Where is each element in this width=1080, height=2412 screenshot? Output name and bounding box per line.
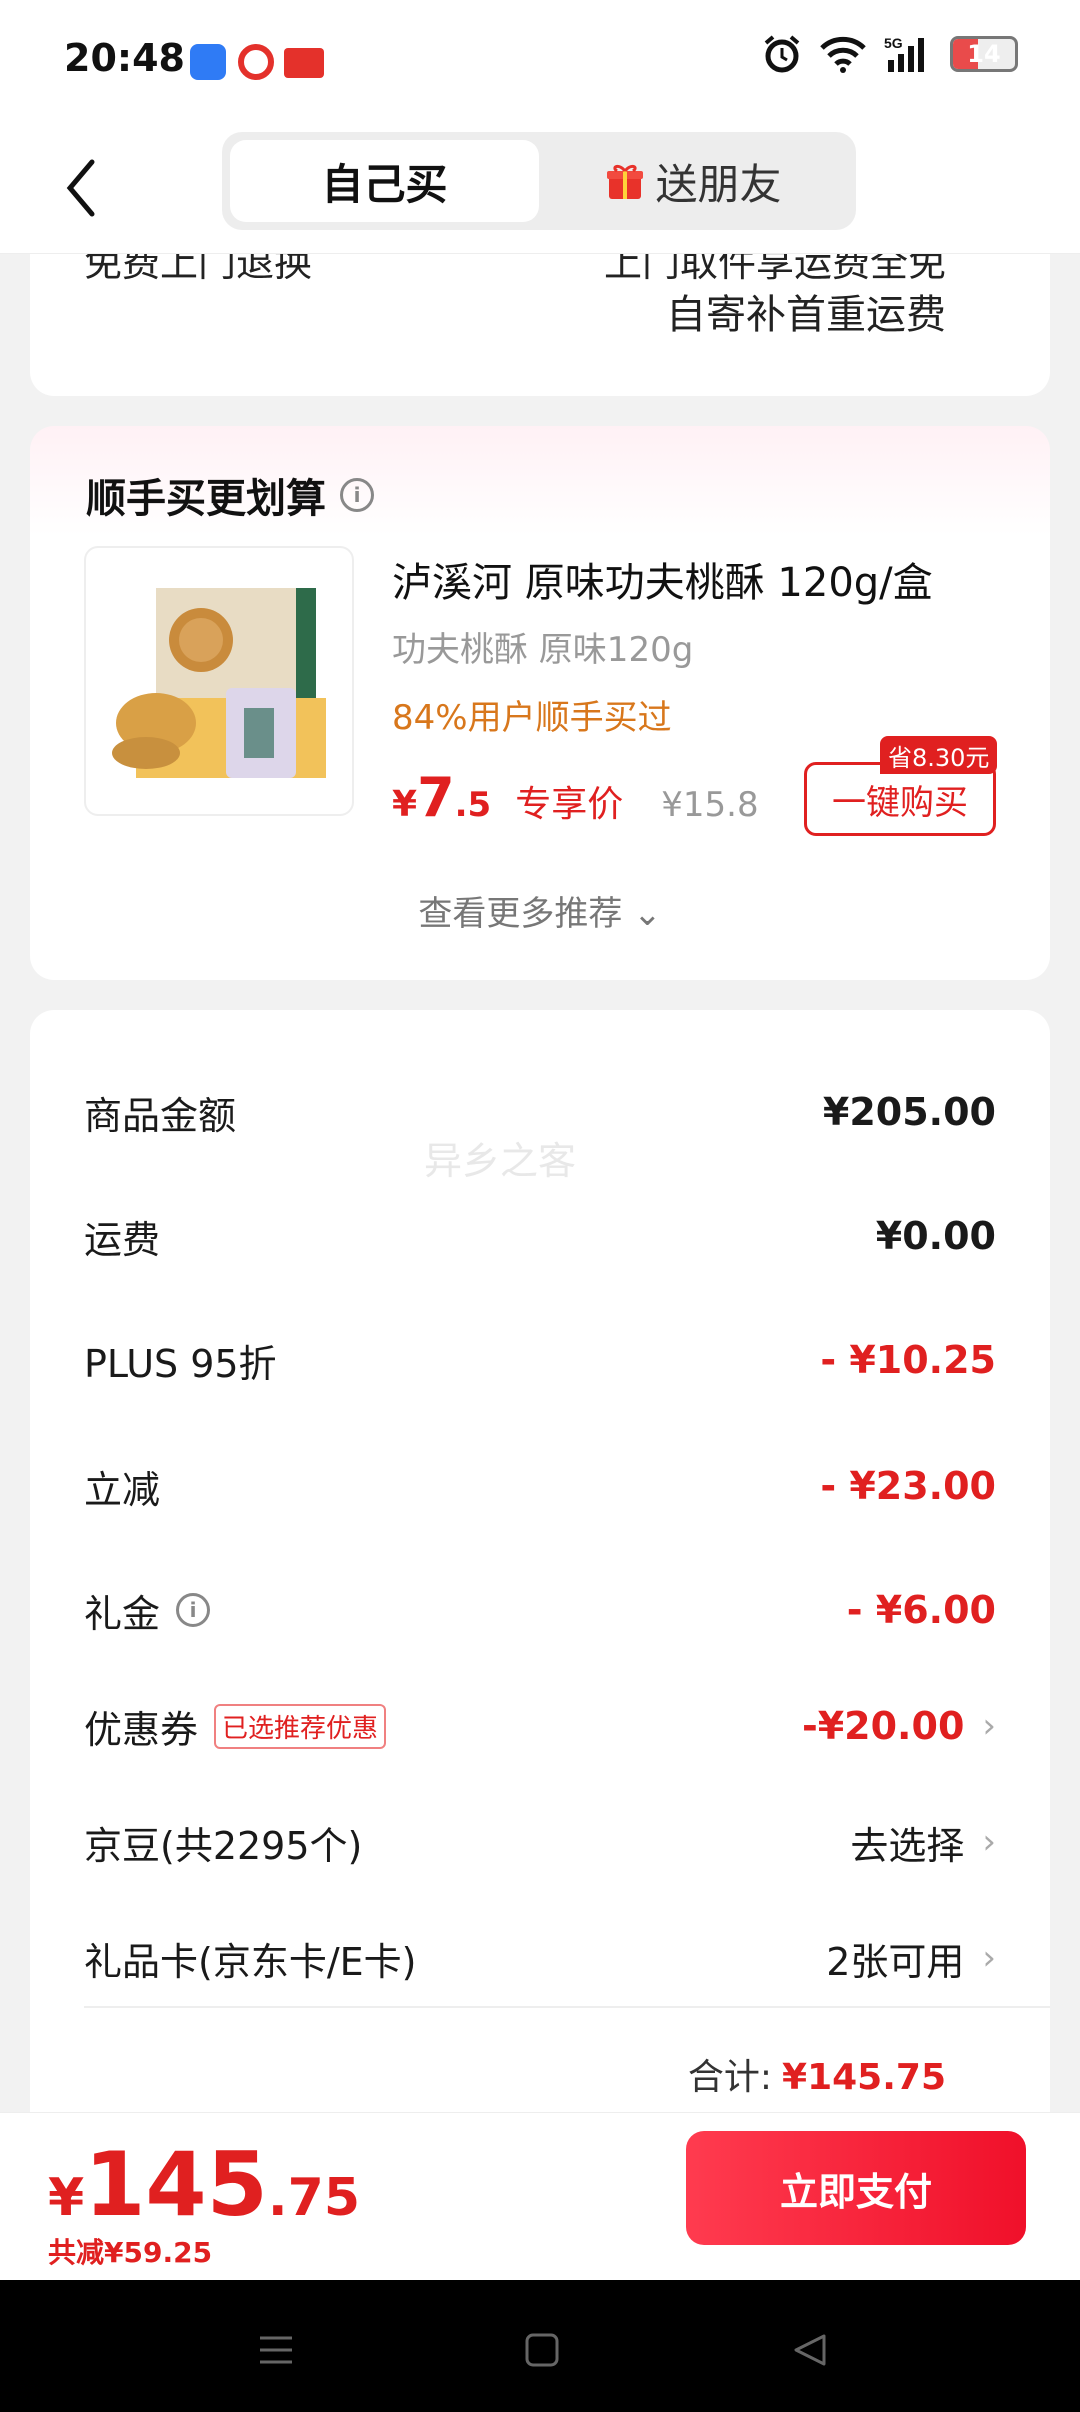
gift-card-row[interactable]: 礼品卡(京东卡/E卡) 2张可用 › bbox=[84, 1928, 996, 1988]
alarm-icon bbox=[764, 35, 800, 73]
header: 自己买 送朋友 bbox=[0, 124, 1080, 254]
divider bbox=[84, 2006, 1050, 2008]
jd-beans-row[interactable]: 京豆(共2295个) 去选择 › bbox=[84, 1812, 996, 1872]
status-time: 20:48 bbox=[64, 36, 185, 80]
price-integer: 7 bbox=[417, 766, 455, 829]
purchase-mode-switch: 自己买 送朋友 bbox=[222, 132, 856, 230]
subtotal-label: 合计: bbox=[687, 2057, 773, 2098]
shipping-label: 运费 bbox=[84, 1217, 161, 1262]
recommend-title: 顺手买更划算 i bbox=[86, 466, 374, 524]
battery-icon: 14 bbox=[950, 36, 1018, 72]
product-price: ¥ 7 .5 专享价 ¥15.8 bbox=[392, 766, 759, 829]
subtotal-value: ¥145.75 bbox=[782, 2057, 946, 2098]
jd-beans-value: 去选择 bbox=[850, 1823, 965, 1868]
info-icon[interactable]: i bbox=[176, 1593, 211, 1627]
goods-amount-label: 商品金额 bbox=[84, 1093, 237, 1138]
gift-card-value-group: 2张可用 › bbox=[826, 1931, 996, 1986]
total-price-decimal: .75 bbox=[267, 2168, 361, 2228]
plus-discount-row: PLUS 95折 - ¥10.25 bbox=[84, 1330, 996, 1390]
menu-nav-button[interactable] bbox=[246, 2320, 306, 2380]
signal-5g-icon: 5G bbox=[884, 35, 924, 72]
shipping-value: ¥0.00 bbox=[875, 1214, 996, 1258]
total-price-integer: 145 bbox=[84, 2133, 268, 2236]
free-return-label: 免费上门退换 bbox=[84, 254, 313, 285]
chevron-right-icon: › bbox=[982, 1822, 996, 1862]
coupon-value-group: -¥20.00 › bbox=[802, 1704, 996, 1748]
gift-card-label: 礼品卡(京东卡/E卡) bbox=[84, 1939, 417, 1984]
back-button[interactable] bbox=[50, 148, 114, 228]
gift-money-label: 礼金 bbox=[84, 1591, 161, 1636]
system-nav-bar bbox=[0, 2280, 1080, 2412]
tab-buy-self[interactable]: 自己买 bbox=[230, 140, 539, 222]
original-price: ¥15.8 bbox=[661, 785, 759, 825]
shipping-row: 运费 ¥0.00 bbox=[84, 1206, 996, 1266]
more-recommendations-link[interactable]: 查看更多推荐 ⌄ bbox=[30, 886, 1050, 935]
plus-discount-label: PLUS 95折 bbox=[84, 1341, 277, 1386]
gift-icon bbox=[607, 164, 644, 199]
menu-icon bbox=[260, 2336, 292, 2364]
return-policy-card: 免费上门退换 上门取件享运费全免 自寄补首重运费 bbox=[30, 254, 1050, 396]
product-thumbnail[interactable] bbox=[84, 546, 354, 816]
wifi-icon bbox=[820, 36, 866, 73]
popularity-tag: 84%用户顺手买过 bbox=[392, 698, 672, 738]
news-notification-icon bbox=[284, 48, 324, 78]
tab-buy-self-label: 自己买 bbox=[321, 159, 448, 209]
info-icon[interactable]: i bbox=[340, 478, 374, 512]
goods-amount-value: ¥205.00 bbox=[822, 1090, 996, 1134]
coupon-row[interactable]: 优惠券 已选推荐优惠 -¥20.00 › bbox=[84, 1696, 996, 1756]
gift-card-value: 2张可用 bbox=[826, 1939, 965, 1984]
chevron-left-icon bbox=[66, 159, 95, 217]
status-icons: 5G 14 bbox=[762, 34, 1018, 74]
battery-level: 14 bbox=[967, 40, 1001, 68]
exclusive-price-label: 专享价 bbox=[515, 784, 624, 825]
total-price-currency: ¥ bbox=[48, 2168, 85, 2228]
instant-discount-value: - ¥23.00 bbox=[820, 1464, 996, 1508]
home-nav-button[interactable] bbox=[512, 2320, 572, 2380]
price-decimal: .5 bbox=[454, 785, 492, 825]
self-ship-note: 自寄补首重运费 bbox=[666, 292, 946, 338]
subtotal-row: 合计: ¥145.75 bbox=[688, 2048, 946, 2100]
instant-discount-label: 立减 bbox=[84, 1467, 161, 1512]
product-name[interactable]: 泸溪河 原味功夫桃酥 120g/盒 bbox=[392, 550, 933, 608]
watermark: 异乡之客 bbox=[424, 1139, 577, 1183]
product-spec: 功夫桃酥 原味120g bbox=[392, 630, 694, 670]
coupon-label-group: 优惠券 已选推荐优惠 bbox=[84, 1699, 387, 1754]
chevron-right-icon: › bbox=[982, 1938, 996, 1978]
jd-beans-label: 京豆(共2295个) bbox=[84, 1823, 363, 1868]
gift-money-row: 礼金 i - ¥6.00 bbox=[84, 1580, 996, 1640]
save-badge: 省8.30元 bbox=[880, 736, 998, 774]
gift-money-value: - ¥6.00 bbox=[846, 1588, 996, 1632]
tab-send-friend-label: 送朋友 bbox=[655, 159, 782, 209]
plus-discount-value: - ¥10.25 bbox=[820, 1338, 996, 1382]
coupon-recommended-tag: 已选推荐优惠 bbox=[214, 1703, 387, 1749]
total-reduced: 共减¥59.25 bbox=[48, 2236, 213, 2269]
coupon-label: 优惠券 bbox=[84, 1707, 199, 1752]
jd-beans-value-group: 去选择 › bbox=[850, 1815, 996, 1870]
tab-send-friend[interactable]: 送朋友 bbox=[539, 140, 848, 222]
home-square-icon bbox=[525, 2333, 559, 2367]
recommendation-card: 顺手买更划算 i 泸溪河 原味功夫桃酥 120g/盒 功夫桃酥 原味120g 8… bbox=[30, 426, 1050, 980]
peach-cookie-image bbox=[112, 588, 326, 778]
checkout-bar: ¥ 145 .75 共减¥59.25 立即支付 bbox=[0, 2112, 1080, 2280]
back-nav-button[interactable] bbox=[780, 2320, 840, 2380]
pay-now-button[interactable]: 立即支付 bbox=[686, 2131, 1026, 2245]
gift-money-label-group: 礼金 i bbox=[84, 1583, 211, 1638]
instant-discount-row: 立减 - ¥23.00 bbox=[84, 1456, 996, 1516]
video-notification-icon bbox=[238, 44, 274, 80]
recommend-title-text: 顺手买更划算 bbox=[86, 476, 326, 522]
chevron-right-icon: › bbox=[982, 1706, 996, 1746]
app-notification-icon bbox=[190, 44, 226, 80]
coupon-value: -¥20.00 bbox=[801, 1704, 965, 1748]
status-bar: 20:48 5G 14 bbox=[0, 0, 1080, 124]
total-price: ¥ 145 .75 bbox=[48, 2133, 360, 2236]
price-currency: ¥ bbox=[392, 784, 418, 825]
back-triangle-icon bbox=[794, 2334, 826, 2366]
svg-text:5G: 5G bbox=[884, 35, 903, 51]
